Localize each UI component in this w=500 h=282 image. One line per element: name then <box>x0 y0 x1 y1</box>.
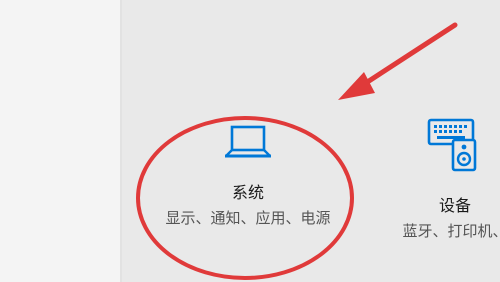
tile-description-system: 显示、通知、应用、电源 <box>165 209 331 227</box>
tile-description-devices: 蓝牙、打印机、 <box>402 222 500 240</box>
keyboard-speaker-icon <box>385 116 500 176</box>
settings-tile-system[interactable]: 系统 显示、通知、应用、电源 <box>156 124 340 254</box>
settings-tile-devices[interactable]: 设备 蓝牙、打印机、 <box>385 116 500 256</box>
tile-title-devices: 设备 <box>438 196 471 215</box>
laptop-icon <box>156 124 340 168</box>
tile-title-system: 系统 <box>231 183 264 202</box>
left-pane <box>0 0 122 282</box>
